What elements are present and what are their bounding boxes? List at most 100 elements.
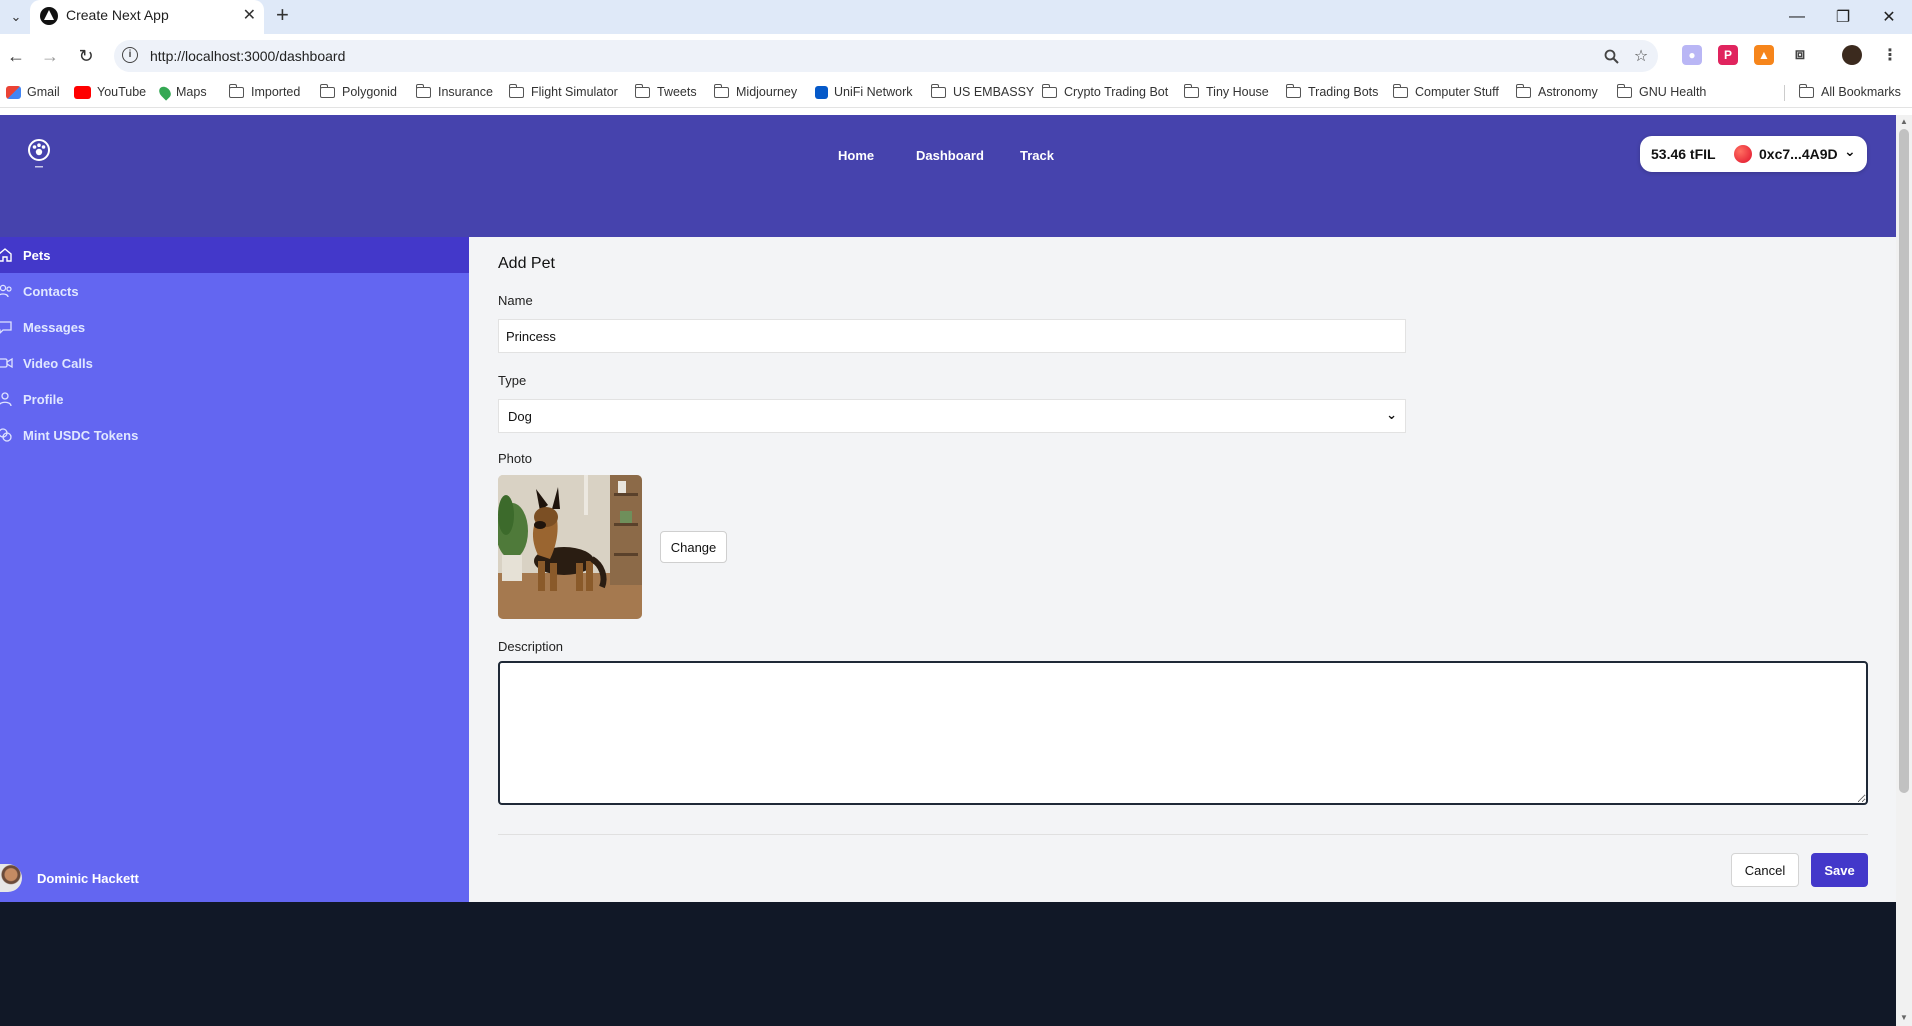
users-icon — [0, 273, 19, 309]
bookmark-flight-simulator[interactable]: Flight Simulator — [508, 83, 618, 99]
bookmark-us-embassy[interactable]: US EMBASSY — [930, 83, 1034, 99]
bookmark-youtube[interactable]: YouTube — [74, 85, 146, 99]
home-icon — [0, 237, 19, 273]
browser-tabstrip: ⌄ Create Next App ✕ + — ❐ ✕ — [0, 0, 1912, 34]
bookmark-star-icon[interactable]: ☆ — [1630, 45, 1652, 67]
folder-icon — [1041, 83, 1057, 98]
sidebar-item-pets[interactable]: Pets — [0, 237, 469, 273]
nav-home[interactable]: Home — [838, 148, 874, 163]
nav-track[interactable]: Track — [1020, 148, 1054, 163]
app-logo-icon[interactable] — [26, 138, 52, 170]
minimize-icon[interactable]: — — [1774, 3, 1820, 31]
wallet-avatar-icon — [1734, 145, 1752, 163]
description-label: Description — [498, 639, 564, 654]
bookmarks-separator — [1784, 85, 1785, 101]
scrollbar-thumb[interactable] — [1899, 129, 1909, 793]
bookmark-computer-stuff[interactable]: Computer Stuff — [1392, 83, 1499, 99]
sidebar-item-label: Profile — [23, 391, 64, 407]
sidebar: Pets Contacts Messages Video Calls Profi… — [0, 237, 469, 902]
folder-icon — [1616, 83, 1632, 98]
bookmark-gmail[interactable]: Gmail — [6, 85, 60, 99]
extension-purple-icon[interactable]: ● — [1682, 45, 1702, 65]
maps-pin-icon — [156, 83, 174, 101]
coins-icon — [0, 417, 19, 453]
tab-title: Create Next App — [66, 7, 169, 23]
type-select[interactable]: Dog ⌄ — [498, 399, 1406, 433]
type-label: Type — [498, 373, 527, 388]
photo-label: Photo — [498, 451, 532, 466]
bookmark-polygonid[interactable]: Polygonid — [319, 83, 397, 99]
tab-search-chevron-icon[interactable]: ⌄ — [4, 5, 28, 29]
new-tab-button[interactable]: + — [276, 2, 289, 28]
sidebar-item-profile[interactable]: Profile — [0, 381, 469, 417]
sidebar-item-messages[interactable]: Messages — [0, 309, 469, 345]
bookmark-trading-bots[interactable]: Trading Bots — [1285, 83, 1378, 99]
folder-icon — [415, 83, 431, 98]
bookmark-imported[interactable]: Imported — [228, 83, 300, 99]
restore-icon[interactable]: ❐ — [1820, 3, 1866, 31]
address-url[interactable]: http://localhost:3000/dashboard — [150, 48, 345, 64]
sidebar-item-label: Contacts — [23, 283, 79, 299]
nextjs-favicon-icon — [40, 7, 58, 25]
nav-dashboard[interactable]: Dashboard — [916, 148, 984, 163]
wallet-address: 0xc7...4A9D — [1759, 146, 1838, 162]
change-photo-button[interactable]: Change — [660, 531, 727, 563]
app-header: Home Dashboard Track 53.46 tFIL 0xc7...4… — [0, 115, 1896, 237]
folder-icon — [713, 83, 729, 98]
bookmarks-bar: Gmail YouTube Maps Imported Polygonid In… — [0, 78, 1912, 108]
address-bar[interactable]: i http://localhost:3000/dashboard ☆ — [114, 40, 1658, 72]
bookmark-astronomy[interactable]: Astronomy — [1515, 83, 1598, 99]
folder-icon — [1392, 83, 1408, 98]
wallet-account-button[interactable]: 0xc7...4A9D ⌄ — [1728, 140, 1862, 168]
wallet-balance[interactable]: 53.46 tFIL — [1651, 146, 1716, 162]
extension-pocket-icon[interactable]: P — [1718, 45, 1738, 65]
profile-avatar-icon[interactable] — [1842, 45, 1862, 65]
pet-photo — [498, 475, 642, 619]
sidebar-item-mint-usdc[interactable]: Mint USDC Tokens — [0, 417, 469, 453]
description-field[interactable] — [498, 661, 1868, 805]
name-label: Name — [498, 293, 533, 308]
browser-toolbar: ← → ↻ i http://localhost:3000/dashboard … — [0, 34, 1912, 78]
sidebar-item-video-calls[interactable]: Video Calls — [0, 345, 469, 381]
bookmark-insurance[interactable]: Insurance — [415, 83, 493, 99]
metamask-fox-icon[interactable]: ▲ — [1754, 45, 1774, 65]
folder-icon — [1285, 83, 1301, 98]
gmail-icon — [6, 85, 21, 99]
sidebar-item-label: Video Calls — [23, 355, 93, 371]
all-bookmarks[interactable]: All Bookmarks — [1798, 83, 1901, 99]
sidebar-item-label: Pets — [23, 247, 51, 263]
bookmark-tweets[interactable]: Tweets — [634, 83, 697, 99]
bookmark-midjourney[interactable]: Midjourney — [713, 83, 797, 99]
bookmark-crypto-trading-bot[interactable]: Crypto Trading Bot — [1041, 83, 1168, 99]
back-icon[interactable]: ← — [2, 42, 30, 70]
sidebar-item-contacts[interactable]: Contacts — [0, 273, 469, 309]
bookmark-tiny-house[interactable]: Tiny House — [1183, 83, 1269, 99]
reload-icon[interactable]: ↻ — [72, 42, 100, 70]
extensions-puzzle-icon[interactable]: ⧈ — [1790, 45, 1810, 65]
type-selected-value: Dog — [508, 409, 532, 424]
zoom-icon[interactable] — [1600, 45, 1622, 67]
page-viewport: Home Dashboard Track 53.46 tFIL 0xc7...4… — [0, 115, 1896, 1026]
page-scrollbar[interactable]: ▲ ▼ — [1896, 115, 1912, 1026]
save-button[interactable]: Save — [1811, 853, 1868, 887]
browser-tab[interactable]: Create Next App ✕ — [30, 0, 264, 34]
folder-icon — [228, 83, 244, 98]
sidebar-user[interactable]: Dominic Hackett — [0, 864, 139, 892]
scroll-up-icon[interactable]: ▲ — [1899, 117, 1909, 126]
bookmark-gnu-health[interactable]: GNU Health — [1616, 83, 1706, 99]
site-info-icon[interactable]: i — [122, 47, 138, 63]
cancel-button[interactable]: Cancel — [1731, 853, 1799, 887]
close-window-icon[interactable]: ✕ — [1866, 3, 1912, 31]
bookmark-maps[interactable]: Maps — [156, 83, 207, 101]
forward-icon[interactable]: → — [36, 42, 64, 70]
chat-icon — [0, 309, 19, 345]
user-name: Dominic Hackett — [37, 870, 139, 886]
wallet-connect-button[interactable]: 53.46 tFIL 0xc7...4A9D ⌄ — [1640, 136, 1867, 172]
name-field[interactable] — [498, 319, 1406, 353]
tab-close-icon[interactable]: ✕ — [243, 5, 256, 25]
browser-menu-icon[interactable]: ⋮ — [1880, 45, 1900, 65]
chevron-down-icon: ⌄ — [1386, 407, 1397, 422]
bookmark-unifi[interactable]: UniFi Network — [815, 85, 913, 99]
chevron-down-icon: ⌄ — [1844, 143, 1856, 159]
scroll-down-icon[interactable]: ▼ — [1899, 1013, 1909, 1022]
